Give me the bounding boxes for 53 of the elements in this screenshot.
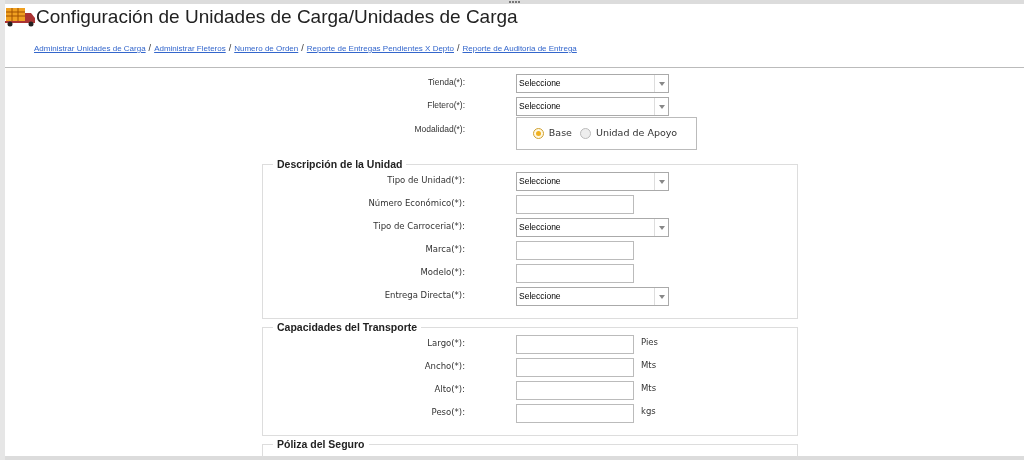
radio-label: Unidad de Apoyo (595, 126, 678, 141)
field-label: Marca(*): (424, 242, 465, 256)
caret-icon (658, 179, 665, 184)
input-field[interactable] (516, 381, 634, 400)
unit-label: Mts (641, 359, 657, 373)
dropdown[interactable]: Seleccione (516, 97, 669, 116)
separator: / (148, 42, 152, 55)
grip-icon[interactable] (508, 0, 521, 3)
field-label: Alto(*): (433, 382, 465, 396)
nav-link[interactable]: Reporte de Auditoria de Entrega (462, 42, 577, 55)
dropdown[interactable]: Seleccione (516, 172, 669, 191)
caret-icon (658, 104, 665, 109)
input-field[interactable] (516, 264, 634, 283)
unit-label: kgs (641, 405, 656, 419)
field-label: Ancho(*): (423, 359, 465, 373)
separator: / (228, 42, 232, 55)
caret-icon (658, 81, 665, 86)
input-field[interactable] (516, 404, 634, 423)
unit-label: Pies (641, 336, 658, 350)
field-label: Número Económico(*): (367, 196, 465, 210)
section-legend: Descripción de la Unidad (273, 158, 407, 170)
radio-label: Base (548, 126, 572, 141)
field-label: Tipo de Unidad(*): (386, 173, 465, 187)
separator: / (301, 42, 304, 55)
field-label: Modalidad(*): (413, 123, 465, 136)
field-label: Tienda(*): (427, 75, 465, 89)
dropdown[interactable]: Seleccione (516, 218, 669, 237)
dropdown[interactable]: Seleccione (516, 74, 669, 93)
input-field[interactable] (516, 335, 634, 354)
caret-icon (658, 294, 665, 299)
nav-link[interactable]: Numero de Orden (234, 42, 299, 55)
input-field[interactable] (516, 241, 634, 260)
section-legend: Capacidades del Transporte (273, 321, 422, 333)
radio-button[interactable] (532, 128, 544, 139)
separator: / (457, 42, 460, 55)
field-label: Peso(*): (430, 405, 465, 419)
caret-icon (658, 225, 665, 230)
nav-link[interactable]: Administrar Fleteros (154, 42, 226, 55)
nav-link[interactable]: Reporte de Entregas Pendientes X Depto (306, 42, 454, 55)
field-label: Modelo(*): (419, 265, 465, 279)
radio-button[interactable] (579, 128, 591, 139)
unit-label: Mts (641, 382, 657, 396)
page-title: Configuración de Unidades de Carga/Unidades de Carga (36, 6, 518, 28)
field-label: Entrega Directa(*): (383, 288, 465, 302)
input-field[interactable] (516, 358, 634, 377)
field-label: Tipo de Carroceria(*): (372, 219, 465, 233)
truck-icon (5, 6, 36, 28)
input-field[interactable] (516, 195, 634, 214)
dropdown[interactable]: Seleccione (516, 287, 669, 306)
field-label: Largo(*): (426, 336, 465, 350)
section-legend: Póliza del Seguro (273, 438, 369, 450)
field-label: Fletero(*): (426, 98, 465, 112)
nav-link[interactable]: Administrar Unidades de Carga (34, 42, 146, 55)
